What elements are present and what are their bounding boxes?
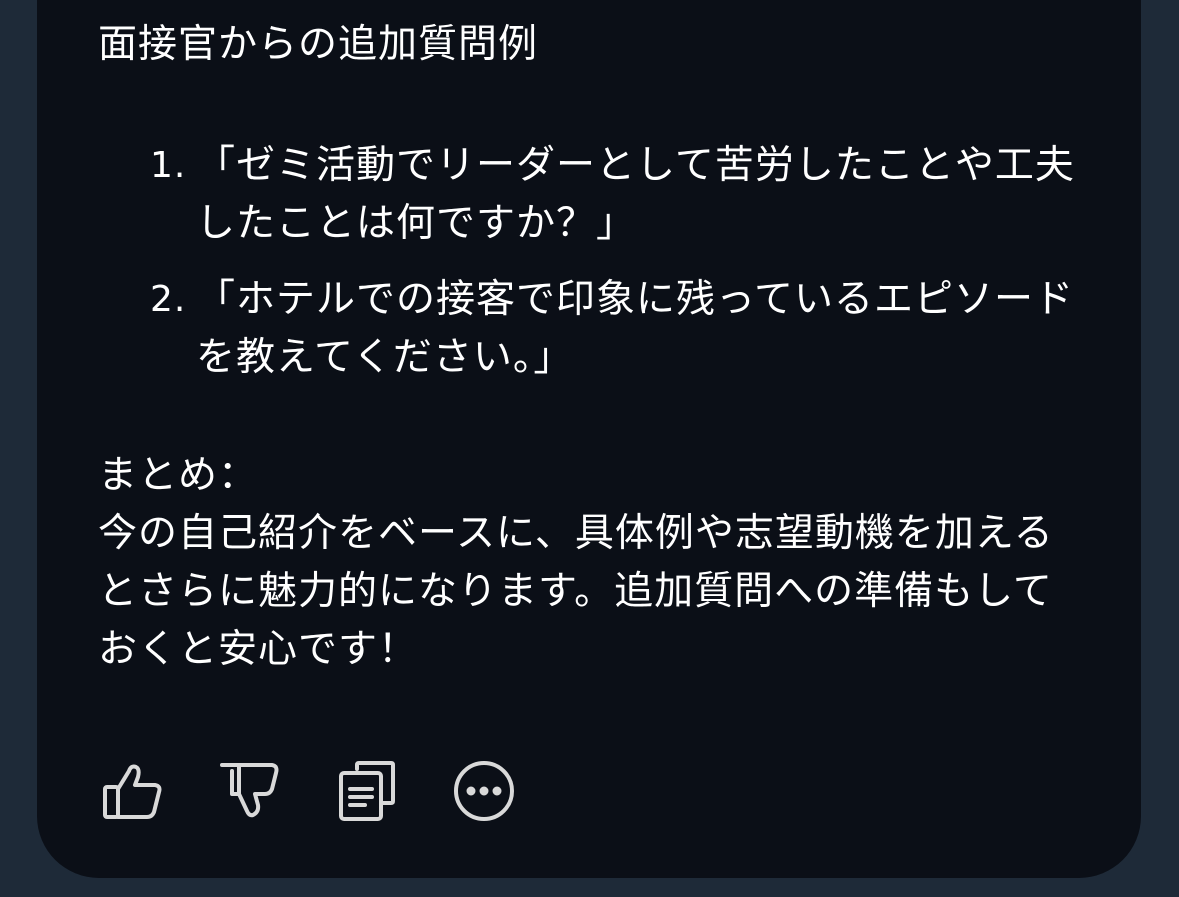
list-number: 1. — [150, 145, 187, 186]
thumbs-down-icon — [220, 763, 279, 818]
list-item: 1. 「ゼミ活動でリーダーとして苦労したことや工夫したことは何ですか？」 — [98, 137, 1088, 253]
thumbs-up-icon — [103, 764, 162, 819]
summary-text: 今の自己紹介をベースに、具体例や志望動機を加えるとさらに魅力的になります。追加質… — [98, 511, 1054, 672]
copy-button[interactable] — [335, 756, 452, 826]
message-card — [37, 0, 1141, 878]
message-actions — [101, 756, 569, 826]
summary-label: まとめ： — [98, 453, 259, 498]
more-button[interactable] — [452, 756, 569, 826]
thumbs-down-button[interactable] — [218, 756, 335, 826]
list-number: 2. — [150, 279, 187, 320]
section-heading: 面接官からの追加質問例 — [98, 22, 539, 67]
more-icon — [454, 761, 514, 821]
list-item: 2. 「ホテルでの接客で印象に残っているエピソードを教えてください。」 — [98, 271, 1088, 387]
thumbs-up-button[interactable] — [101, 756, 218, 826]
list-item-text: 「ゼミ活動でリーダーとして苦労したことや工夫したことは何ですか？」 — [196, 143, 1075, 246]
list-item-text: 「ホテルでの接客で印象に残っているエピソードを教えてください。」 — [196, 277, 1075, 380]
copy-icon — [339, 761, 395, 821]
question-list: 1. 「ゼミ活動でリーダーとして苦労したことや工夫したことは何ですか？」 2. … — [98, 137, 1088, 405]
